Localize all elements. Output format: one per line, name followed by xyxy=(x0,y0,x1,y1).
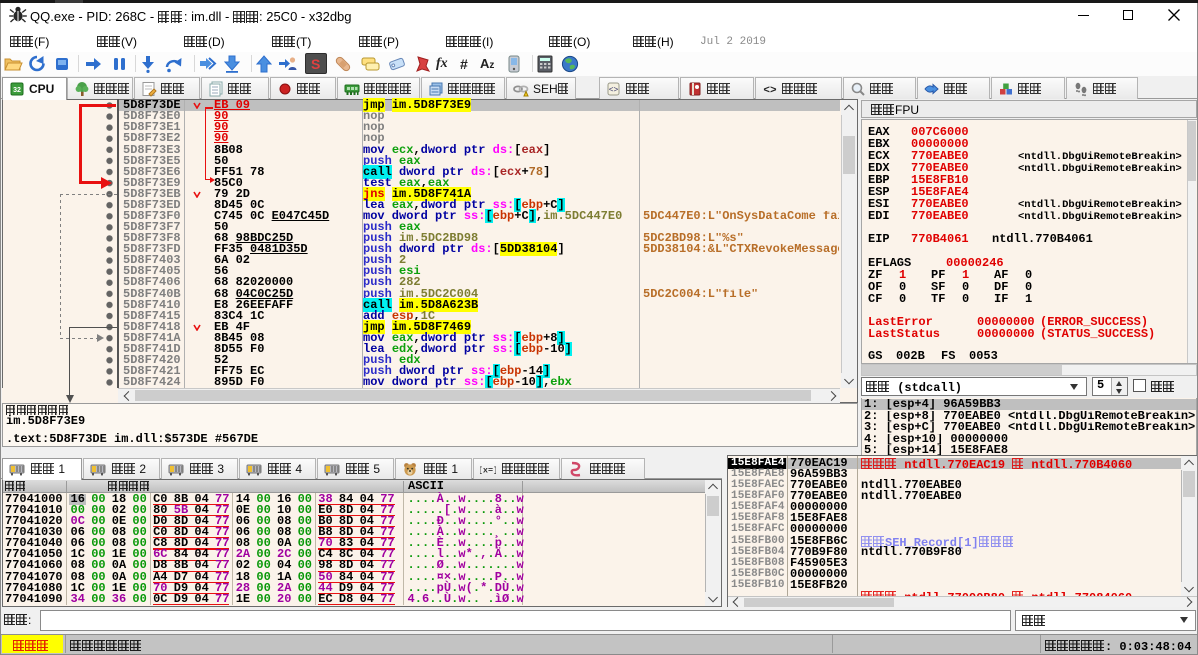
svg-text:[x=]: [x=] xyxy=(480,466,496,476)
svg-text:<>: <> xyxy=(609,86,619,95)
svg-text:<>: <> xyxy=(763,85,777,97)
svg-text:32: 32 xyxy=(13,87,21,94)
